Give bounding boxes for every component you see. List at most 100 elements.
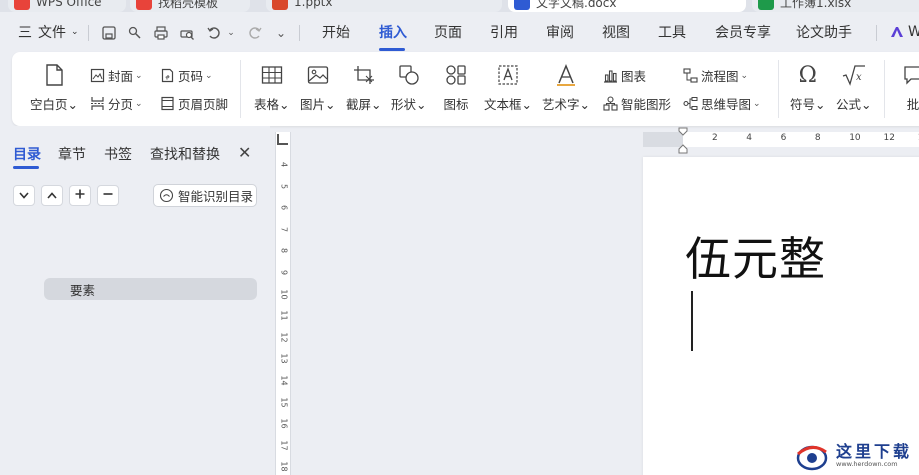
page-break-label: 分页 (108, 97, 134, 112)
comment-icon (900, 62, 919, 88)
tab-label: 找稻壳模板 (158, 0, 219, 10)
chevron-down-icon: ⌄ (371, 97, 382, 112)
ruler-number: 14 (279, 375, 289, 386)
ruler-number: 8 (814, 133, 821, 143)
tab-home[interactable]: 开始 (322, 12, 350, 52)
tab-template[interactable]: 找稻壳模板 (130, 0, 250, 12)
header-footer-label: 页眉页脚 (178, 97, 229, 112)
redo-icon[interactable] (246, 24, 264, 42)
nav-active-indicator (13, 166, 39, 169)
mindmap-icon (682, 96, 698, 112)
watermark-url: www.herdown.com (836, 460, 898, 468)
tab-wps-office[interactable]: WPS Office (8, 0, 126, 12)
wordart-button[interactable]: 艺术字⌄ (542, 62, 590, 113)
table-label: 表格 (254, 97, 280, 112)
quick-access-dropdown-icon[interactable]: ⌄ (272, 24, 290, 42)
formula-button[interactable]: x 公式⌄ (836, 62, 872, 113)
chevron-down-icon: ⌄ (135, 70, 143, 81)
remove-toc-item-button[interactable] (97, 185, 119, 206)
collapse-up-button[interactable] (41, 185, 63, 206)
ruler-number: 10 (849, 133, 861, 143)
chevron-down-icon: ⌄ (740, 70, 749, 81)
document-text[interactable]: 伍元整 (685, 223, 826, 289)
screenshot-button[interactable]: 截屏⌄ (346, 62, 382, 113)
wps-logo-icon (14, 0, 30, 10)
expand-down-button[interactable] (13, 185, 35, 206)
picture-button[interactable]: 图片⌄ (300, 62, 336, 113)
blank-page-button[interactable]: 空白页⌄ (30, 62, 78, 113)
page-number-button[interactable]: # 页码 ⌄ (159, 66, 213, 85)
tab-xlsx[interactable]: 工作簿1.xlsx (752, 0, 919, 12)
nav-tab-toc[interactable]: 目录 (13, 144, 41, 164)
nav-tab-bookmarks[interactable]: 书签 (104, 144, 132, 164)
cover-button[interactable]: 封面 ⌄ (89, 66, 143, 85)
indent-marker-icon[interactable] (678, 127, 688, 155)
nav-tab-chapters[interactable]: 章节 (58, 144, 86, 164)
ruler-number: 4 (279, 161, 289, 168)
smartart-icon (602, 96, 618, 112)
tab-pptx[interactable]: 1.pptx (266, 0, 502, 12)
mindmap-button[interactable]: 思维导图 ⌄ (682, 94, 761, 113)
tab-references[interactable]: 引用 (490, 12, 518, 52)
document-page[interactable] (643, 157, 919, 475)
smart-toc-button[interactable]: 智能识别目录 (153, 184, 257, 207)
tab-review[interactable]: 审阅 (546, 12, 574, 52)
chart-button[interactable]: 图表 (602, 66, 646, 85)
close-icon[interactable]: ✕ (238, 143, 251, 162)
vertical-ruler[interactable]: 4 5 6 7 8 9 10 11 12 13 14 15 16 17 18 (275, 132, 291, 475)
textbox-icon (495, 62, 521, 88)
table-button[interactable]: 表格⌄ (254, 62, 290, 113)
smartart-button[interactable]: 智能图形 (602, 94, 671, 113)
symbol-button[interactable]: Ω 符号⌄ (790, 62, 826, 113)
minus-icon (103, 188, 113, 203)
tab-page[interactable]: 页面 (434, 12, 462, 52)
watermark-text: 这里下载 (836, 442, 913, 461)
file-menu[interactable]: 三 文件 ⌄ (18, 12, 79, 52)
comment-button[interactable]: 批 (900, 62, 919, 113)
tab-label: 工作簿1.xlsx (780, 0, 852, 10)
ruler-number: 6 (780, 133, 787, 143)
page-break-icon (89, 96, 105, 112)
chevron-down-icon: ⌄ (279, 97, 290, 112)
ai-logo-icon (890, 26, 904, 38)
tab-docx[interactable]: 文字文稿.docx (508, 0, 746, 12)
tab-view[interactable]: 视图 (602, 12, 630, 52)
ppt-file-icon (272, 0, 288, 10)
print-preview-icon[interactable] (178, 24, 196, 42)
page-number-label: 页码 (178, 69, 204, 84)
nav-tab-find-replace[interactable]: 查找和替换 (150, 144, 220, 164)
ruler-number: 15 (279, 397, 289, 408)
ruler-number: 16 (279, 418, 289, 429)
textbox-button[interactable]: 文本框⌄ (484, 62, 532, 113)
cover-icon (89, 68, 105, 84)
wordart-label: 艺术字 (542, 97, 580, 112)
tab-stop-selector-icon[interactable] (277, 134, 288, 145)
tab-member[interactable]: 会员专享 (715, 12, 771, 52)
undo-icon[interactable] (205, 24, 223, 42)
chevron-down-icon: ⌄ (71, 27, 79, 37)
header-footer-button[interactable]: 页眉页脚 (159, 94, 228, 113)
icon-library-button[interactable]: 图标 (443, 62, 469, 113)
divider (778, 60, 779, 118)
mindmap-label: 思维导图 (701, 97, 752, 112)
ai-assistant-button[interactable]: W (890, 12, 919, 52)
header-footer-icon (159, 96, 175, 112)
tab-thesis-assistant[interactable]: 论文助手 (796, 12, 852, 52)
flowchart-button[interactable]: 流程图 ⌄ (682, 66, 748, 85)
smart-toc-label: 智能识别目录 (178, 189, 254, 204)
undo-dropdown-icon[interactable]: ⌄ (222, 24, 240, 42)
ruler-number: 8 (279, 248, 289, 254)
print-icon[interactable] (152, 24, 170, 42)
navigation-pane: 目录 章节 书签 查找和替换 ✕ 智能识别目录 要素 (0, 126, 270, 475)
shape-button[interactable]: 形状⌄ (391, 62, 427, 113)
format-painter-icon[interactable] (126, 24, 144, 42)
omega-symbol-icon: Ω (798, 62, 817, 88)
tab-tools[interactable]: 工具 (658, 12, 686, 52)
save-icon[interactable] (100, 24, 118, 42)
page-break-button[interactable]: 分页 ⌄ (89, 94, 143, 113)
tab-insert[interactable]: 插入 (379, 12, 407, 52)
table-icon (259, 62, 285, 88)
add-toc-item-button[interactable] (69, 185, 91, 206)
ruler-number: 10 (279, 289, 289, 300)
toc-list-item[interactable]: 要素 (44, 278, 257, 300)
